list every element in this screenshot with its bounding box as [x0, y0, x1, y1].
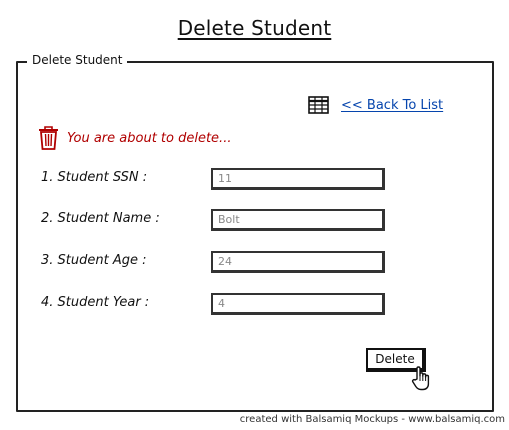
page-title-text: Delete Student [177, 16, 332, 40]
student-year-field[interactable] [211, 293, 385, 315]
back-to-list-link[interactable]: << Back To List [308, 96, 443, 114]
student-ssn-field[interactable] [211, 168, 385, 190]
student-name-label: 2. Student Name : [41, 211, 160, 226]
panel-legend: Delete Student [27, 52, 128, 68]
student-age-field[interactable] [211, 251, 385, 273]
balsamiq-credit: created with Balsamiq Mockups - www.bals… [239, 414, 505, 425]
student-year-label: 4. Student Year : [41, 295, 150, 310]
delete-warning: You are about to delete... [38, 126, 231, 150]
student-age-label: 3. Student Age : [41, 253, 147, 268]
table-grid-icon [308, 96, 329, 114]
student-name-field[interactable] [211, 209, 385, 231]
student-ssn-label: 1. Student SSN : [41, 170, 148, 185]
trash-icon [39, 126, 58, 150]
hand-pointer-icon [411, 366, 430, 391]
back-to-list-label[interactable]: << Back To List [341, 98, 443, 113]
warning-text: You are about to delete... [67, 130, 232, 146]
page-title: Delete Student [0, 16, 509, 40]
